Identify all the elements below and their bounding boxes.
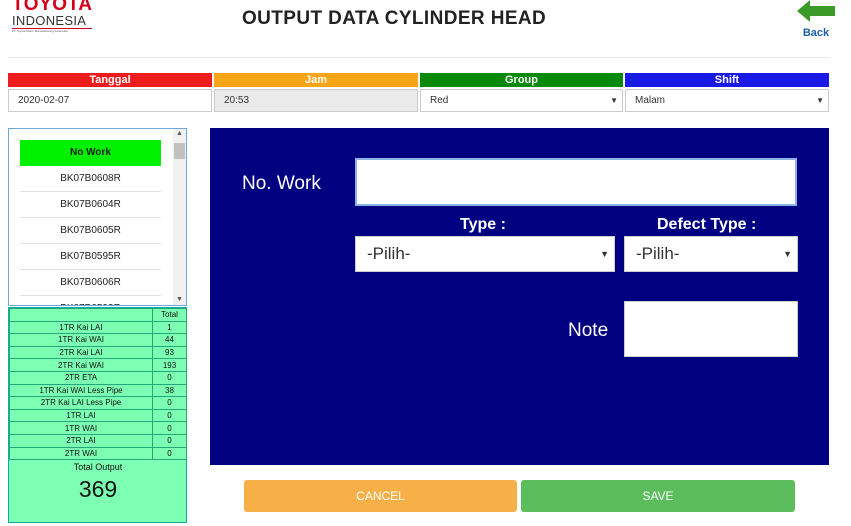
- save-button[interactable]: SAVE: [521, 480, 795, 512]
- table-row: 2TR Kai WAI 193: [9, 358, 187, 372]
- jam-field: Jam 20:53: [214, 73, 418, 112]
- work-list[interactable]: No Work BK07B0608R BK07B0604R BK07B0605R…: [8, 128, 187, 306]
- back-button[interactable]: Back: [796, 0, 836, 39]
- caret-down-icon: ▼: [610, 96, 618, 105]
- group-label: Group: [420, 73, 623, 87]
- shift-value: Malam: [635, 95, 666, 106]
- scroll-up-icon[interactable]: ▲: [173, 130, 186, 137]
- shift-field: Shift Malam ▼: [625, 73, 829, 112]
- type-label: Type :: [460, 216, 506, 233]
- total-output-label: Total Output: [73, 462, 123, 472]
- toyota-logo: TOYOTA INDONESIA PT Toyota Motor Manufac…: [12, 0, 92, 34]
- work-item[interactable]: BK07B0593R: [20, 296, 161, 305]
- shift-select[interactable]: Malam ▼: [625, 89, 829, 112]
- jam-label: Jam: [214, 73, 418, 87]
- tanggal-field: Tanggal 2020-02-07: [8, 73, 212, 112]
- jam-value: 20:53: [224, 95, 250, 106]
- no-work-label: No. Work: [242, 173, 321, 194]
- logo-sub: INDONESIA: [12, 14, 92, 29]
- logo-brand: TOYOTA: [12, 0, 93, 15]
- table-row: 2TR Kai LAI 93: [9, 345, 187, 360]
- group-value: Red: [430, 95, 449, 106]
- table-row: 1TR WAI 0: [9, 421, 187, 435]
- no-work-input[interactable]: [355, 158, 797, 206]
- caret-down-icon: ▼: [600, 249, 609, 259]
- table-row: 1TR Kai WAI Less Pipe 38: [9, 383, 187, 398]
- cancel-button[interactable]: CANCEL: [244, 480, 517, 512]
- table-row: 1TR Kai WAI 44: [9, 333, 187, 347]
- work-item[interactable]: BK07B0604R: [20, 192, 161, 218]
- group-field: Group Red ▼: [420, 73, 623, 112]
- output-summary: Total 1TR Kai LAI 1 1TR Kai WAI 44 2TR Kai…: [8, 307, 187, 523]
- caret-down-icon: ▼: [783, 249, 792, 259]
- note-textarea[interactable]: [624, 301, 798, 357]
- left-arrow-icon: [797, 0, 835, 22]
- note-label: Note: [568, 320, 609, 341]
- back-label: Back: [802, 27, 830, 39]
- work-item[interactable]: BK07B0606R: [20, 270, 161, 296]
- total-output-value: 369: [78, 476, 118, 502]
- page-title: OUTPUT DATA CYLINDER HEAD: [242, 8, 547, 29]
- table-row: 1TR LAI 0: [9, 408, 187, 423]
- work-item[interactable]: BK07B0608R: [20, 166, 161, 192]
- scroll-thumb[interactable]: [174, 143, 185, 159]
- form-panel: No. Work Type : Defect Type : -Pilih- ▼ …: [210, 128, 829, 465]
- table-header-row: Total: [9, 308, 187, 322]
- tanggal-value: 2020-02-07: [18, 95, 70, 106]
- table-row: 2TR WAI 0: [9, 446, 187, 461]
- logo-tagline: PT Toyota Motor Manufacturing Indonesia: [12, 29, 68, 33]
- type-select[interactable]: -Pilih- ▼: [355, 236, 615, 272]
- header-divider: [8, 57, 830, 58]
- tanggal-label: Tanggal: [8, 73, 212, 87]
- caret-down-icon: ▼: [816, 96, 824, 105]
- table-row: 2TR ETA 0: [9, 370, 187, 385]
- defect-type-value: -Pilih-: [636, 244, 680, 263]
- work-item[interactable]: BK07B0595R: [20, 244, 161, 270]
- total-column-header: Total: [152, 308, 187, 322]
- group-select[interactable]: Red ▼: [420, 89, 623, 112]
- work-item-no-work[interactable]: No Work: [20, 140, 161, 166]
- table-row: 2TR Kai LAI Less Pipe 0: [9, 396, 187, 410]
- tanggal-input[interactable]: 2020-02-07: [8, 89, 212, 112]
- defect-type-select[interactable]: -Pilih- ▼: [624, 236, 798, 272]
- defect-type-label: Defect Type :: [657, 216, 757, 233]
- type-value: -Pilih-: [367, 244, 411, 263]
- jam-input: 20:53: [214, 89, 418, 112]
- shift-label: Shift: [625, 73, 829, 87]
- table-row: 1TR Kai LAI 1: [9, 320, 187, 335]
- work-list-scrollbar[interactable]: ▲ ▼: [173, 129, 186, 305]
- output-table: Total 1TR Kai LAI 1 1TR Kai WAI 44 2TR Kai…: [9, 308, 187, 461]
- scroll-down-icon[interactable]: ▼: [173, 296, 186, 303]
- table-row: 2TR LAI 0: [9, 433, 187, 448]
- work-item[interactable]: BK07B0605R: [20, 218, 161, 244]
